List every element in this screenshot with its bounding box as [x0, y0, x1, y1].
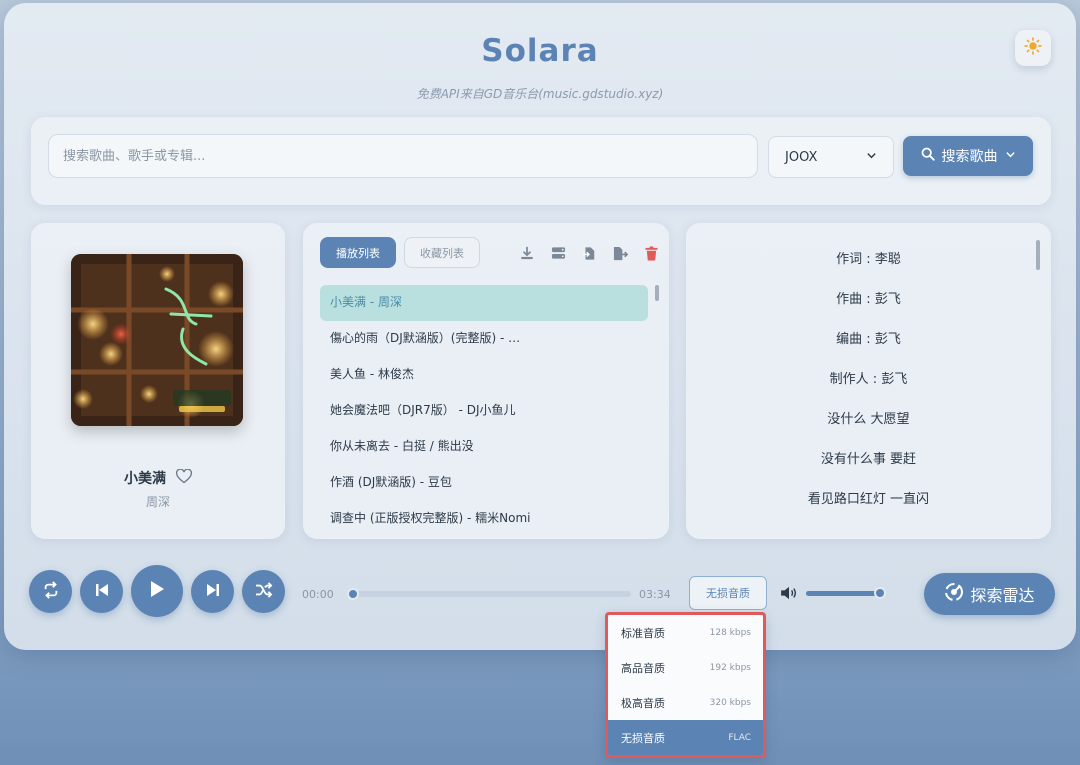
volume-slider[interactable]	[806, 587, 886, 599]
radar-button-label: 探索雷达	[970, 586, 1035, 605]
song-title-row: 小美满	[31, 468, 285, 488]
list-item[interactable]: 她会魔法吧（DJR7版） - DJ小鱼儿	[320, 393, 648, 429]
album-cover	[71, 254, 243, 426]
lyric-line: 没什么 大愿望	[827, 412, 910, 427]
volume-fill	[806, 591, 880, 596]
explore-radar-button[interactable]: 探索雷达	[924, 573, 1055, 615]
storage-icon[interactable]	[548, 243, 568, 263]
radar-icon	[944, 582, 964, 606]
source-select-value: JOOX	[785, 149, 818, 165]
quality-option-label: 极高音质	[621, 696, 665, 710]
quality-option-high[interactable]: 高品音质 192 kbps	[608, 650, 763, 685]
search-icon	[921, 147, 935, 165]
search-panel: JOOX 搜索歌曲	[31, 117, 1051, 205]
lyrics-panel: 作词 : 李聪 作曲 : 彭飞 编曲 : 彭飞 制作人 : 彭飞 没什么 大愿望…	[686, 223, 1051, 539]
import-icon[interactable]	[579, 243, 599, 263]
playlist-scrollbar[interactable]	[655, 285, 659, 301]
quality-option-label: 标准音质	[621, 626, 665, 640]
list-item[interactable]: 傷心的雨（DJ默涵版）(完整版) - …	[320, 321, 648, 357]
app-window: Solara 免费API来自GD音乐台(music.gdstudio.xyz) …	[4, 3, 1076, 650]
shuffle-icon	[255, 581, 273, 602]
export-icon[interactable]	[610, 243, 630, 263]
quality-option-label: 高品音质	[621, 661, 665, 675]
quality-option-rate: 192 kbps	[709, 662, 751, 673]
quality-option-label: 无损音质	[621, 731, 665, 745]
current-time: 00:00	[302, 588, 334, 601]
lyric-line: 编曲 : 彭飞	[836, 332, 901, 347]
source-select[interactable]: JOOX	[768, 136, 894, 178]
previous-button[interactable]	[80, 570, 123, 613]
shuffle-button[interactable]	[242, 570, 285, 613]
search-button-label: 搜索歌曲	[941, 149, 998, 165]
quality-option-standard[interactable]: 标准音质 128 kbps	[608, 615, 763, 650]
search-button[interactable]: 搜索歌曲	[903, 136, 1033, 176]
progress-handle[interactable]	[346, 588, 359, 600]
chevron-down-icon	[1005, 148, 1016, 164]
now-playing-panel: 小美满 周深	[31, 223, 285, 539]
quality-button[interactable]: 无损音质	[689, 576, 767, 610]
chevron-down-icon	[866, 150, 877, 165]
volume-handle[interactable]	[873, 587, 886, 599]
theme-toggle-button[interactable]	[1015, 30, 1051, 66]
lyrics-scrollbar[interactable]	[1036, 240, 1040, 270]
heart-icon[interactable]	[175, 468, 193, 488]
download-icon[interactable]	[517, 243, 537, 263]
playlist-toolbar	[517, 243, 661, 263]
lyric-line: 看见路口红灯 一直闪	[807, 492, 930, 507]
song-artist: 周深	[145, 495, 170, 509]
quality-option-rate: 320 kbps	[709, 697, 751, 708]
app-subtitle: 免费API来自GD音乐台(music.gdstudio.xyz)	[416, 87, 664, 101]
volume-icon[interactable]	[780, 585, 798, 604]
play-button[interactable]	[131, 565, 183, 617]
progress-bar[interactable]	[346, 588, 631, 600]
list-item[interactable]: 你从未离去 - 白挺 / 熊出没	[320, 429, 648, 465]
list-item[interactable]: 调查中 (正版授权完整版) - 糯米Nomi	[320, 501, 648, 537]
quality-option-lossless[interactable]: 无损音质 FLAC	[608, 720, 763, 755]
playlist-panel: 播放列表 收藏列表 小美满 - 周深 傷心的雨（DJ默涵版）(完整版) - … …	[303, 223, 669, 539]
quality-option-rate: 128 kbps	[709, 627, 751, 638]
lyric-line: 制作人 : 彭飞	[829, 372, 908, 387]
list-item[interactable]: 小美满 - 周深	[320, 285, 648, 321]
lyrics-list: 作词 : 李聪 作曲 : 彭飞 编曲 : 彭飞 制作人 : 彭飞 没什么 大愿望…	[686, 245, 1051, 525]
tab-favorites[interactable]: 收藏列表	[404, 237, 480, 268]
quality-dropdown-menu: 标准音质 128 kbps 高品音质 192 kbps 极高音质 320 kbp…	[605, 612, 766, 758]
next-button[interactable]	[191, 570, 234, 613]
play-icon	[149, 580, 165, 602]
lyric-line: 没有什么事 要赶	[820, 452, 917, 467]
lyric-line: 作词 : 李聪	[836, 252, 901, 267]
app-title: Solara	[481, 33, 599, 69]
list-item[interactable]: 作酒 (DJ默涵版) - 豆包	[320, 465, 648, 501]
repeat-icon	[42, 580, 60, 603]
repeat-button[interactable]	[29, 570, 72, 613]
trash-icon[interactable]	[641, 243, 661, 263]
quality-option-very-high[interactable]: 极高音质 320 kbps	[608, 685, 763, 720]
song-list: 小美满 - 周深 傷心的雨（DJ默涵版）(完整版) - … 美人鱼 - 林俊杰 …	[320, 285, 648, 537]
skip-forward-icon	[206, 582, 220, 601]
list-item[interactable]: 美人鱼 - 林俊杰	[320, 357, 648, 393]
lyric-line: 作曲 : 彭飞	[836, 292, 901, 307]
quality-option-rate: FLAC	[728, 732, 751, 743]
tab-playlist[interactable]: 播放列表	[320, 237, 396, 268]
search-input[interactable]	[48, 134, 758, 178]
song-title: 小美满	[124, 471, 166, 487]
skip-back-icon	[95, 582, 109, 601]
sun-icon	[1024, 37, 1042, 59]
duration-time: 03:34	[639, 588, 671, 601]
